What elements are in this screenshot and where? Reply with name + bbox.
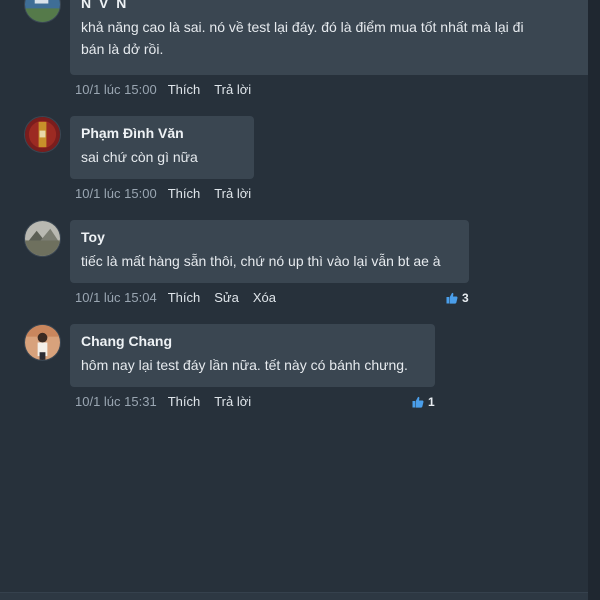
comment-author[interactable]: N V N	[81, 0, 586, 12]
comment-meta: 10/1 lúc 15:04 Thích Sửa Xóa	[75, 290, 290, 306]
comment-author[interactable]: Phạm Đình Văn	[81, 124, 243, 142]
avatar[interactable]	[24, 0, 61, 23]
like-link[interactable]: Thích	[168, 394, 201, 410]
comment-meta: 10/1 lúc 15:00 Thích Trả lời	[75, 82, 265, 98]
like-count[interactable]: 3	[446, 291, 469, 305]
reply-link[interactable]: Trả lời	[214, 186, 251, 202]
avatar-image	[25, 0, 60, 22]
comment-meta: 10/1 lúc 15:00 Thích Trả lời	[75, 186, 265, 202]
avatar[interactable]	[24, 220, 61, 257]
like-count[interactable]: 1	[412, 395, 435, 409]
like-count-value: 1	[428, 395, 435, 409]
comment-text-line: bán là dở rồi.	[81, 41, 164, 57]
comment-bubble: Toy tiếc là mất hàng sẵn thôi, chứ nó up…	[70, 220, 469, 283]
comment-author[interactable]: Toy	[81, 228, 458, 246]
comment-text-line: hôm nay lại test đáy lần nữa. tết này có…	[81, 357, 408, 373]
delete-link[interactable]: Xóa	[253, 290, 276, 306]
comment-author[interactable]: Chang Chang	[81, 332, 424, 350]
reply-link[interactable]: Trả lời	[214, 394, 251, 410]
thumbs-up-icon	[412, 396, 424, 408]
like-link[interactable]: Thích	[168, 290, 201, 306]
comment-timestamp[interactable]: 10/1 lúc 15:31	[75, 394, 157, 410]
edit-link[interactable]: Sửa	[214, 290, 239, 306]
like-link[interactable]: Thích	[168, 186, 201, 202]
comment-bubble: Chang Chang hôm nay lại test đáy lần nữa…	[70, 324, 435, 387]
comment-text-line: khả năng cao là sai. nó về test lại đáy.…	[81, 19, 524, 35]
avatar-image	[25, 325, 60, 360]
comment-timestamp[interactable]: 10/1 lúc 15:04	[75, 290, 157, 306]
comment-thread: N V N khả năng cao là sai. nó về test lạ…	[0, 0, 600, 600]
thumbs-up-icon	[446, 292, 458, 304]
avatar-image	[25, 117, 60, 152]
comment-timestamp[interactable]: 10/1 lúc 15:00	[75, 82, 157, 98]
comment-text-line: tiếc là mất hàng sẵn thôi, chứ nó up thì…	[81, 253, 441, 269]
reply-link[interactable]: Trả lời	[214, 82, 251, 98]
comment-meta: 10/1 lúc 15:31 Thích Trả lời	[75, 394, 265, 410]
avatar-image	[25, 221, 60, 256]
comment-bubble: N V N khả năng cao là sai. nó về test lạ…	[70, 0, 597, 75]
like-link[interactable]: Thích	[168, 82, 201, 98]
avatar[interactable]	[24, 324, 61, 361]
comment-text-line: sai chứ còn gì nữa	[81, 149, 198, 165]
scrollbar[interactable]	[588, 0, 600, 600]
like-count-value: 3	[462, 291, 469, 305]
comment-input-area[interactable]	[0, 592, 588, 600]
avatar[interactable]	[24, 116, 61, 153]
comment-timestamp[interactable]: 10/1 lúc 15:00	[75, 186, 157, 202]
comment-bubble: Phạm Đình Văn sai chứ còn gì nữa	[70, 116, 254, 179]
